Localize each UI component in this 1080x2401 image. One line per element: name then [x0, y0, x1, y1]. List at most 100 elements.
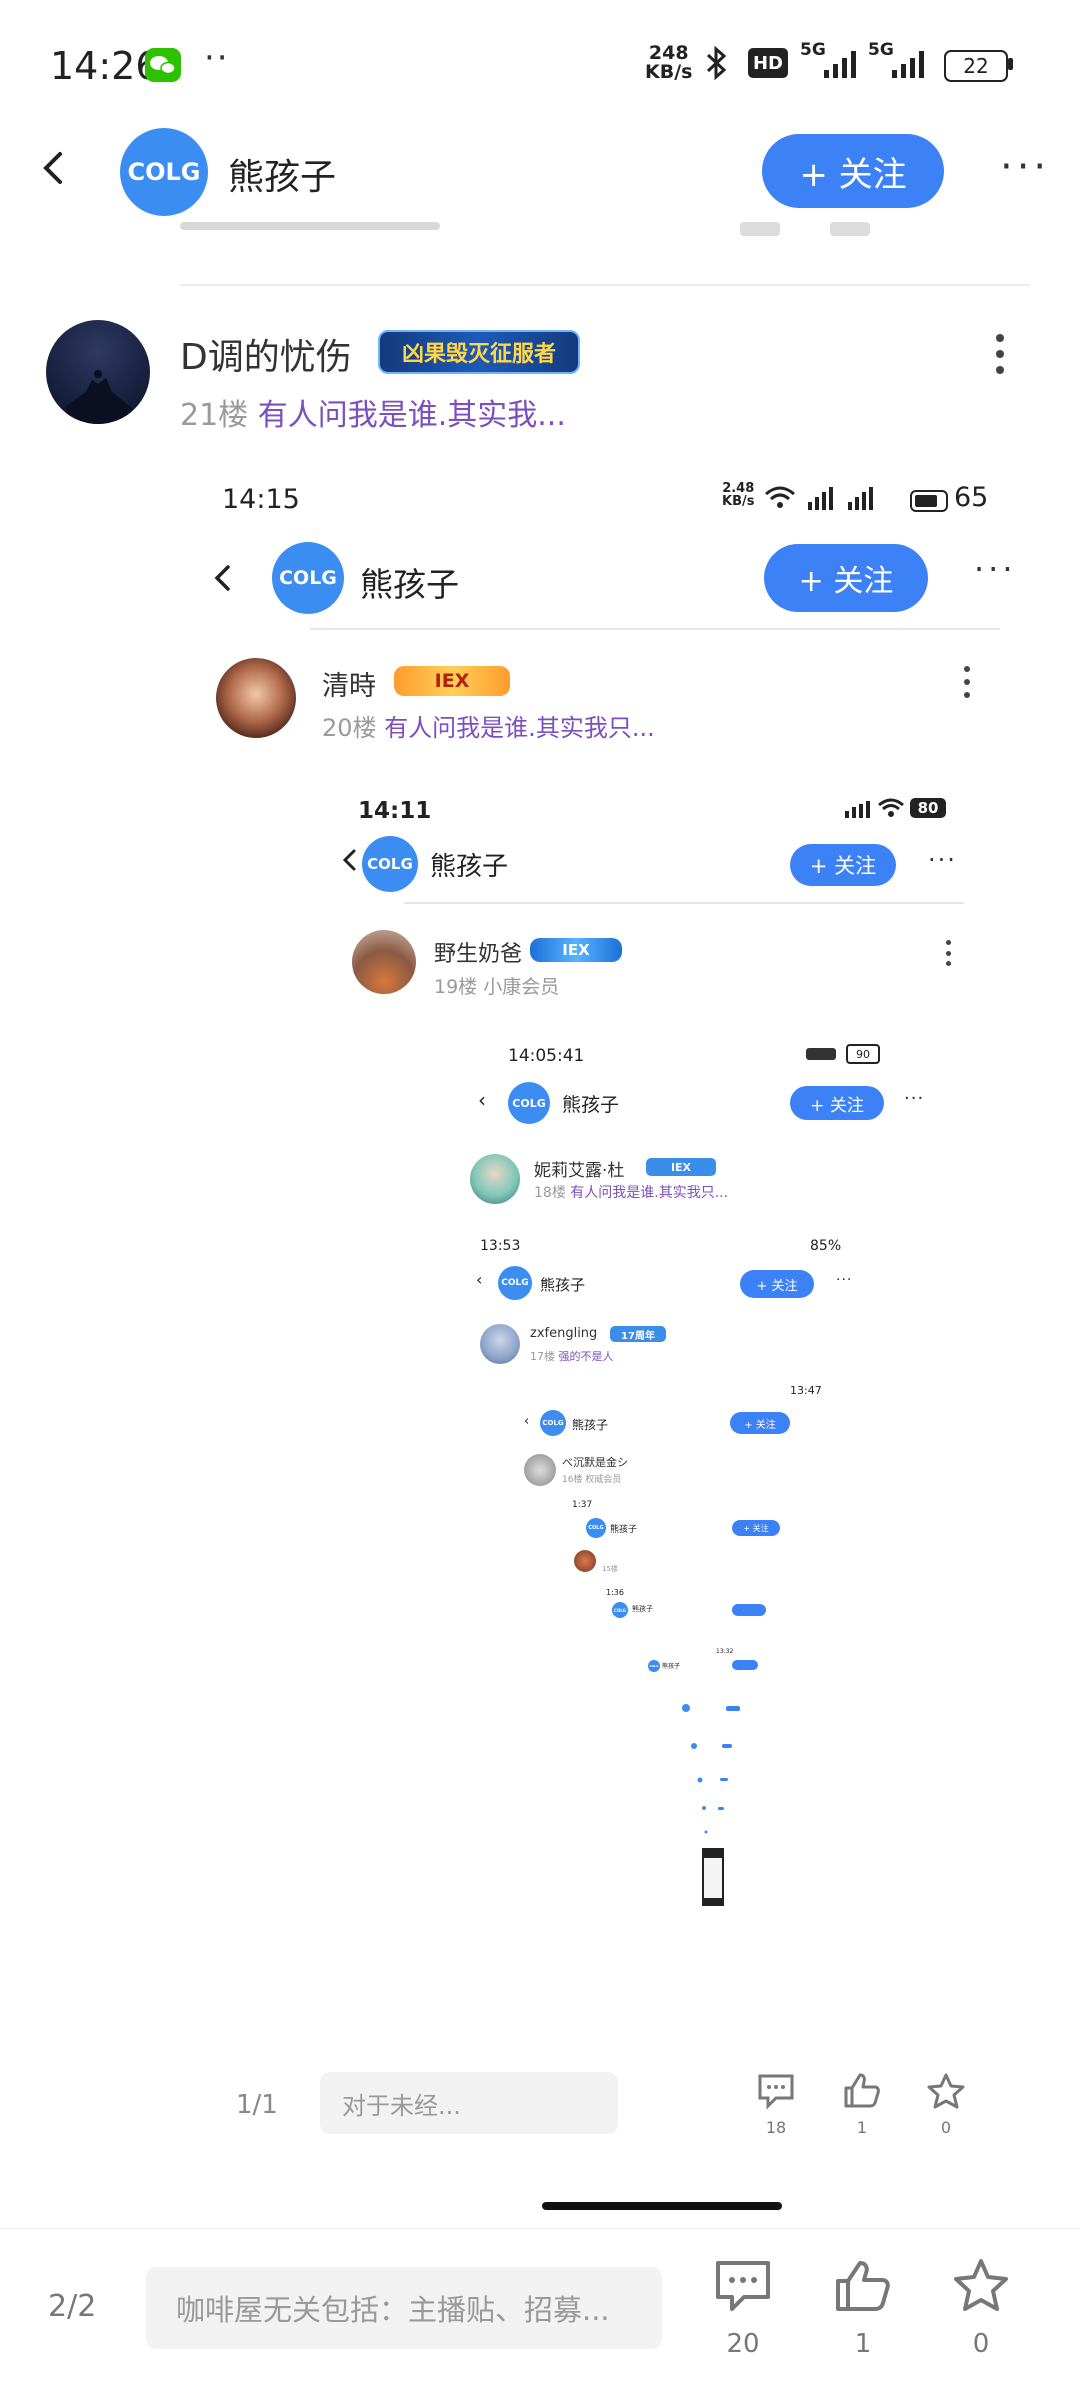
l4-meta: 17楼 强的不是人	[530, 1348, 614, 1364]
floor-number: 21楼	[180, 398, 249, 433]
l3-back-icon: ‹	[478, 1088, 486, 1112]
avatar[interactable]	[46, 320, 150, 424]
l3-title: 熊孩子	[562, 1094, 620, 1116]
l6-floor: 15楼	[602, 1565, 618, 1573]
comment-count: 20	[726, 2329, 760, 2359]
l8-follow-button	[732, 1660, 758, 1670]
post-more-icon[interactable]	[992, 334, 1008, 374]
l1-comment-count: 18	[765, 2118, 787, 2137]
signal-icon-2	[890, 46, 930, 80]
l4-back-icon: ‹	[476, 1270, 483, 1289]
l5-follow-button: + 关注	[730, 1412, 790, 1434]
l1-more-icon: ···	[974, 550, 1017, 588]
l1-badge: IEX	[394, 666, 510, 696]
net-speed-unit: KB/s	[645, 61, 693, 83]
comment-input[interactable]: 咖啡屋无关包括：主播贴、招募...	[146, 2267, 662, 2349]
hd-icon: HD	[748, 48, 788, 78]
l4-time: 13:53	[480, 1238, 521, 1254]
l2-avatar	[352, 930, 416, 994]
back-button[interactable]	[36, 150, 72, 186]
user-title: 有人问我是谁.其实我...	[257, 398, 566, 433]
l2-author: 野生奶爸	[434, 942, 523, 967]
l4-floor: 17楼	[530, 1350, 555, 1363]
colg-logo[interactable]: COLG	[120, 128, 208, 216]
l5-colg-logo: COLG	[540, 1410, 566, 1436]
l3-colg-logo: COLG	[508, 1082, 550, 1124]
l2-divider	[404, 902, 964, 904]
l1-net: 2.48 KB/s	[722, 482, 754, 508]
post-author[interactable]: D调的忧伤	[180, 328, 352, 380]
l2-colg-logo: COLG	[362, 836, 418, 892]
l1-subtitle: 有人问我是谁.其实我只...	[384, 714, 655, 742]
l2-battery-icon: 80	[910, 798, 946, 818]
l4-colg-logo: COLG	[498, 1266, 532, 1300]
l4-subtitle: 强的不是人	[558, 1350, 614, 1363]
l3-author: 妮莉艾露·杜	[534, 1161, 625, 1181]
l1-meta: 20楼 有人问我是谁.其实我只...	[322, 708, 655, 743]
l4-author: zxfengling	[530, 1326, 598, 1341]
post-meta: 21楼 有人问我是谁.其实我...	[180, 390, 566, 434]
l4-title: 熊孩子	[540, 1276, 586, 1294]
l6-title: 熊孩子	[610, 1525, 638, 1535]
l4-battery: 85%	[810, 1238, 842, 1254]
l2-title: 熊孩子	[430, 852, 509, 882]
status-time: 14:26	[50, 44, 160, 88]
l7-follow-button	[732, 1604, 766, 1616]
l5-back-icon: ‹	[524, 1414, 530, 1429]
l1-title: 熊孩子	[360, 565, 459, 604]
more-notifications-icon: ··	[204, 38, 230, 78]
star-icon[interactable]	[952, 2257, 1010, 2317]
l2-more-dots	[944, 940, 952, 966]
l2-meta: 19楼 小康会员	[434, 972, 559, 999]
follow-button[interactable]: + 关注	[762, 134, 944, 208]
status-bar: 14:26 ·· 248 KB/s HD 5G 5G 22	[0, 0, 1080, 130]
l4-badge: 17周年	[610, 1326, 666, 1342]
l2-back-icon	[340, 848, 358, 876]
l5-subtitle: 权威会员	[585, 1475, 622, 1485]
nested-screenshot-8: 13:32 COLG 熊孩子	[632, 1648, 782, 1968]
l5-floor: 16楼	[562, 1475, 583, 1485]
nested-screenshot-7: 1:36 COLG 熊孩子 13:32 COLG 熊孩子	[602, 1588, 802, 1978]
page-title: 熊孩子	[228, 157, 337, 198]
l6-colg-logo: COLG	[586, 1518, 606, 1538]
l1-star-icon	[926, 2072, 966, 2114]
nested-screenshot-1[interactable]: 14:15 2.48 KB/s 65 COLG 熊孩子 + 关注 ··· 清時 …	[198, 460, 1018, 2210]
l5-avatar	[524, 1454, 556, 1486]
like-icon[interactable]	[834, 2259, 892, 2317]
l2-follow-button: + 关注	[790, 844, 896, 886]
more-options-icon[interactable]: ···	[1000, 144, 1050, 190]
l7-title: 熊孩子	[632, 1605, 653, 1613]
l3-badge: IEX	[646, 1158, 716, 1176]
l6-time: 1:37	[572, 1500, 593, 1510]
wechat-icon	[145, 48, 181, 82]
l3-avatar	[470, 1154, 520, 1204]
l5-author: べ沉默是金シ	[562, 1456, 628, 1469]
nested-screenshot-2: 14:11 80 COLG 熊孩子 + 关注 ··· 野生奶爸 IEX 19楼 …	[312, 780, 996, 2040]
l3-subtitle: 有人问我是谁.其实我只...	[570, 1185, 729, 1201]
l8-title: 熊孩子	[662, 1663, 681, 1670]
l1-page-indicator: 1/1	[236, 2090, 278, 2120]
nested-screenshot-5: 13:47 ‹ COLG 熊孩子 + 关注 べ沉默是金シ 16楼 权威会员 1:…	[520, 1380, 860, 2000]
net-speed: 248 KB/s	[645, 44, 692, 82]
bottom-action-bar: 2/2 咖啡屋无关包括：主播贴、招募... 20 1 0	[0, 2228, 1080, 2401]
l6-follow-button: + 关注	[732, 1520, 780, 1536]
bluetooth-icon	[702, 45, 732, 81]
l2-more-icon: ···	[928, 846, 957, 874]
l1-star-count: 0	[940, 2118, 952, 2137]
l8-time: 13:32	[716, 1648, 734, 1655]
page-indicator[interactable]: 2/2	[48, 2289, 96, 2324]
l2-subtitle: 小康会员	[483, 976, 560, 998]
l1-bottom-bar: 1/1 对于未经... 18 1 0	[198, 2060, 1018, 2170]
l1-net-unit: KB/s	[722, 494, 755, 509]
l1-battery-icon	[910, 490, 948, 512]
comment-icon[interactable]	[714, 2259, 772, 2317]
l2-floor: 19楼	[434, 976, 478, 998]
l5-title: 熊孩子	[572, 1418, 609, 1432]
l7-time: 1:36	[606, 1588, 624, 1597]
l1-like-count: 1	[856, 2118, 868, 2137]
l1-author: 清時	[322, 671, 376, 702]
l2-time: 14:11	[358, 798, 432, 824]
l1-like-icon	[842, 2072, 882, 2114]
l3-time: 14:05:41	[508, 1046, 585, 1066]
nested-screenshot-6: 1:37 COLG 熊孩子 + 关注 15楼 1:36 COLG 熊孩子 13:…	[562, 1498, 842, 1988]
